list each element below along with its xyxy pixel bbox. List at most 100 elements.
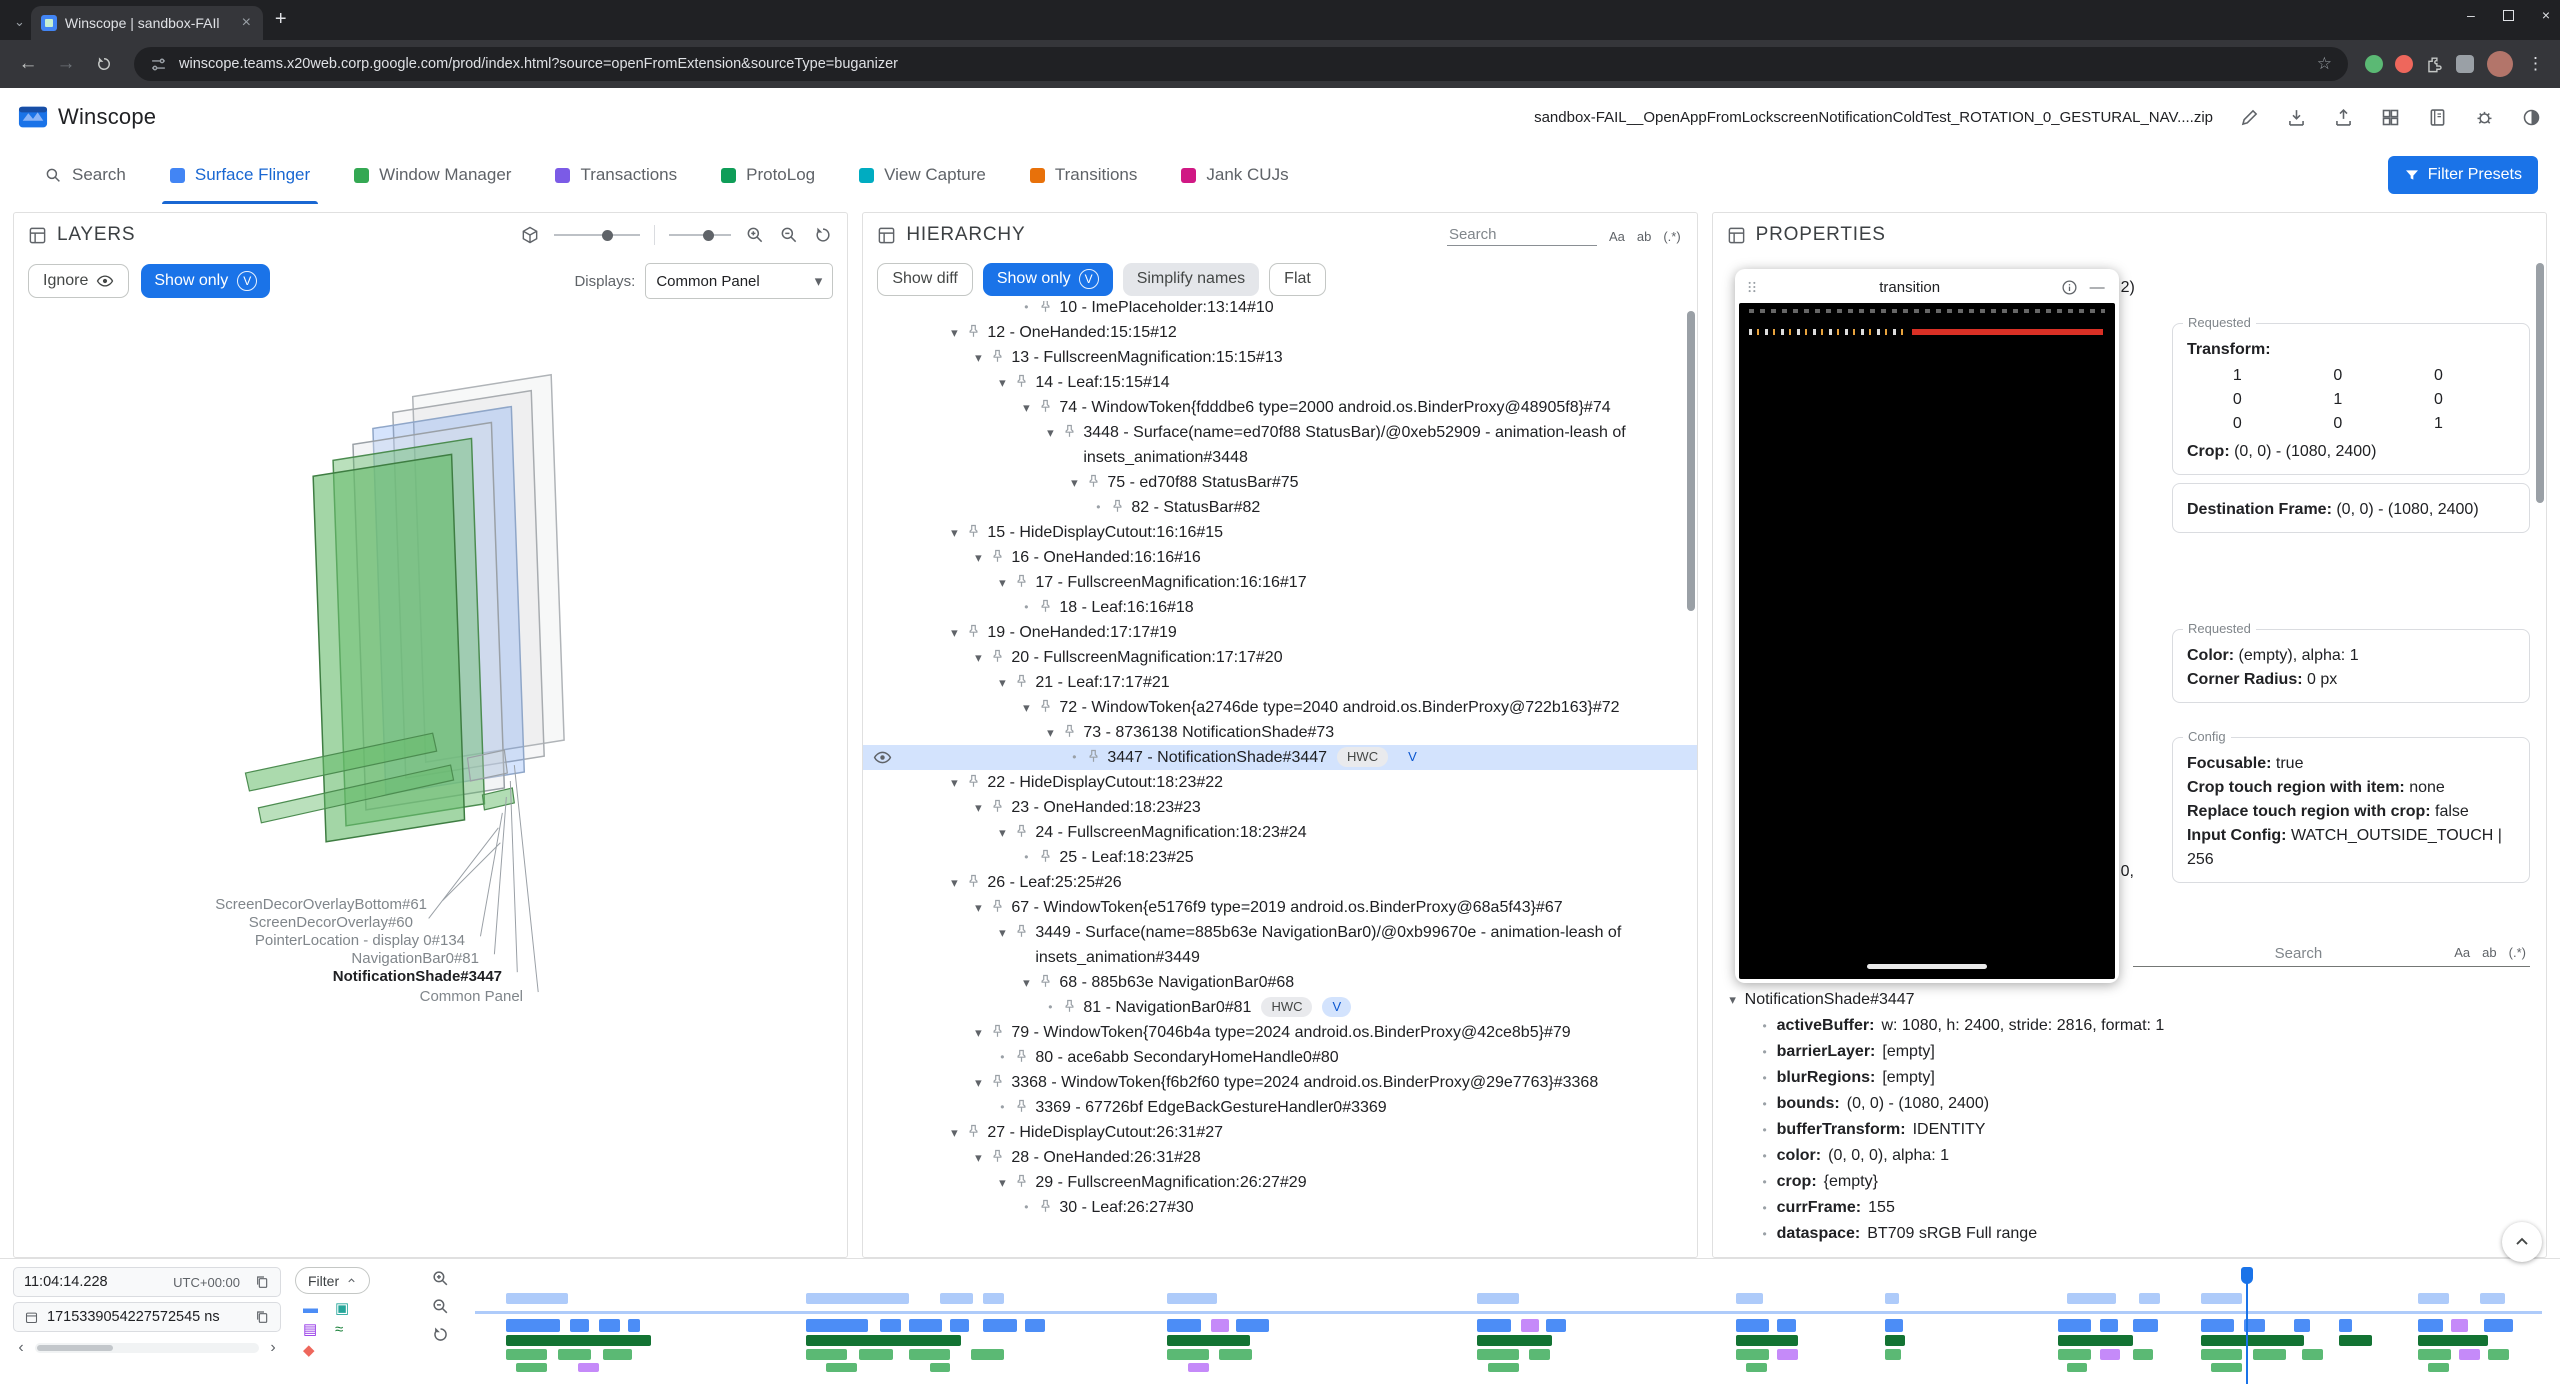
- pin-icon[interactable]: [989, 795, 1011, 815]
- bookmark-star-icon[interactable]: ☆: [2317, 54, 2332, 74]
- extension-icon-red[interactable]: [2395, 55, 2413, 73]
- properties-regex-icon[interactable]: (.*): [2507, 943, 2528, 962]
- pin-icon[interactable]: [1037, 595, 1059, 615]
- layer-label[interactable]: NavigationBar0#81: [14, 950, 479, 967]
- property-row[interactable]: •currFrame:155: [1721, 1195, 2538, 1221]
- expand-chevron-icon[interactable]: ▾: [967, 1020, 989, 1045]
- tree-node[interactable]: ▾26 - Leaf:25:25#26: [863, 870, 1696, 895]
- edit-icon[interactable]: [2239, 107, 2260, 128]
- expand-chevron-icon[interactable]: ▾: [967, 1070, 989, 1095]
- scroll-left-icon[interactable]: ‹: [13, 1339, 29, 1357]
- tab-view-capture[interactable]: View Capture: [837, 146, 1008, 204]
- layer-label[interactable]: ScreenDecorOverlay#60: [14, 914, 413, 931]
- hierarchy-regex-icon[interactable]: (.*): [1661, 227, 1682, 246]
- expand-chevron-icon[interactable]: ▾: [1015, 695, 1037, 720]
- transactions-trace-icon[interactable]: ▤: [303, 1321, 327, 1339]
- timeline-filter-button[interactable]: Filter: [295, 1267, 370, 1294]
- extension-icon-gray[interactable]: [2456, 55, 2474, 73]
- rotation-slider[interactable]: [554, 234, 640, 236]
- tree-node[interactable]: •3447 - NotificationShade#3447HWCV: [863, 745, 1696, 770]
- pin-icon[interactable]: [989, 1070, 1011, 1090]
- download-icon[interactable]: [2286, 107, 2307, 128]
- displays-select[interactable]: Common Panel ▾: [645, 263, 833, 299]
- tab-transactions[interactable]: Transactions: [533, 146, 699, 204]
- pin-icon[interactable]: [989, 895, 1011, 915]
- expand-chevron-icon[interactable]: ▾: [991, 370, 1013, 395]
- property-row[interactable]: •color:(0, 0, 0), alpha: 1: [1721, 1143, 2538, 1169]
- visibility-eye-icon[interactable]: [873, 748, 892, 767]
- tab-close-icon[interactable]: ×: [240, 14, 253, 32]
- pin-icon[interactable]: [965, 870, 987, 890]
- tree-node[interactable]: •18 - Leaf:16:16#18: [863, 595, 1696, 620]
- expand-chevron-icon[interactable]: ▾: [991, 820, 1013, 845]
- timeline-zoom-in-icon[interactable]: [431, 1269, 450, 1288]
- upload-icon[interactable]: [2333, 107, 2354, 128]
- expand-chevron-icon[interactable]: ▾: [943, 320, 965, 345]
- hierarchy-match-word-icon[interactable]: ab: [1635, 227, 1653, 246]
- wave-trace-icon[interactable]: ≈: [335, 1321, 359, 1339]
- apps-grid-icon[interactable]: [2380, 107, 2401, 128]
- expand-chevron-icon[interactable]: ▾: [991, 670, 1013, 695]
- layer-label[interactable]: PointerLocation - display 0#134: [14, 932, 465, 949]
- tree-node[interactable]: ▾72 - WindowToken{a2746de type=2040 andr…: [863, 695, 1696, 720]
- rect-trace-icon[interactable]: ▬: [303, 1300, 327, 1318]
- show-only-toggle[interactable]: Show only V: [141, 264, 270, 298]
- pin-icon[interactable]: [965, 770, 987, 790]
- tree-node[interactable]: ▾16 - OneHanded:16:16#16: [863, 545, 1696, 570]
- scroll-right-icon[interactable]: ›: [265, 1339, 281, 1357]
- reset-view-icon[interactable]: [813, 225, 833, 245]
- property-row[interactable]: •crop:{empty}: [1721, 1169, 2538, 1195]
- tree-node[interactable]: ▾3368 - WindowToken{f6b2f60 type=2024 an…: [863, 1070, 1696, 1095]
- tab-surface-flinger[interactable]: Surface Flinger: [148, 146, 332, 204]
- tree-node[interactable]: •81 - NavigationBar0#81HWCV: [863, 995, 1696, 1020]
- pin-icon[interactable]: [1013, 370, 1035, 390]
- drag-handle-icon[interactable]: [1745, 280, 1759, 294]
- tree-node[interactable]: ▾3448 - Surface(name=ed70f88 StatusBar)/…: [863, 420, 1696, 470]
- collapse-timeline-button[interactable]: [2502, 1222, 2542, 1262]
- pin-icon[interactable]: [965, 320, 987, 340]
- pin-icon[interactable]: [965, 620, 987, 640]
- pin-icon[interactable]: [1061, 420, 1083, 440]
- expand-chevron-icon[interactable]: ▾: [1721, 992, 1745, 1008]
- tree-node[interactable]: ▾79 - WindowToken{7046b4a type=2024 andr…: [863, 1020, 1696, 1045]
- hierarchy-button-show-diff[interactable]: Show diff: [877, 263, 973, 296]
- pin-icon[interactable]: [1013, 670, 1035, 690]
- expand-chevron-icon[interactable]: ▾: [991, 1170, 1013, 1195]
- pin-icon[interactable]: [1037, 845, 1059, 865]
- info-icon[interactable]: [2061, 279, 2078, 296]
- hierarchy-match-case-icon[interactable]: Aa: [1607, 227, 1627, 246]
- tab-search[interactable]: Search: [22, 146, 148, 204]
- theme-toggle-icon[interactable]: [2521, 107, 2542, 128]
- timeline-canvas[interactable]: [475, 1267, 2542, 1386]
- tab-window-manager[interactable]: Window Manager: [332, 146, 533, 204]
- expand-chevron-icon[interactable]: ▾: [991, 570, 1013, 595]
- zoom-in-icon[interactable]: [745, 225, 765, 245]
- documentation-icon[interactable]: [2427, 107, 2448, 128]
- tree-node[interactable]: ▾15 - HideDisplayCutout:16:16#15: [863, 520, 1696, 545]
- property-row[interactable]: •bufferTransform:IDENTITY: [1721, 1117, 2538, 1143]
- pin-icon[interactable]: [989, 545, 1011, 565]
- profile-avatar[interactable]: [2487, 51, 2513, 77]
- expand-chevron-icon[interactable]: ▾: [1015, 970, 1037, 995]
- browser-tab[interactable]: Winscope | sandbox-FAIl ×: [31, 6, 263, 40]
- bug-report-icon[interactable]: [2474, 107, 2495, 128]
- tree-node[interactable]: ▾20 - FullscreenMagnification:17:17#20: [863, 645, 1696, 670]
- properties-match-word-icon[interactable]: ab: [2480, 943, 2498, 962]
- pin-icon[interactable]: [1037, 395, 1059, 415]
- pin-icon[interactable]: [1013, 1095, 1035, 1115]
- expand-chevron-icon[interactable]: ▾: [1063, 470, 1085, 495]
- pin-icon[interactable]: [989, 1145, 1011, 1165]
- layers-3d-canvas[interactable]: ScreenDecorOverlayBottom#61ScreenDecorOv…: [14, 305, 847, 1257]
- timeline-zoom-out-icon[interactable]: [431, 1297, 450, 1316]
- expand-chevron-icon[interactable]: ▾: [943, 1120, 965, 1145]
- expand-chevron-icon[interactable]: ▾: [943, 870, 965, 895]
- pin-icon[interactable]: [1085, 745, 1107, 765]
- tree-node[interactable]: ▾21 - Leaf:17:17#21: [863, 670, 1696, 695]
- property-row[interactable]: •dataspace:BT709 sRGB Full range: [1721, 1221, 2538, 1247]
- minimize-icon[interactable]: —: [2086, 279, 2109, 296]
- pin-icon[interactable]: [1061, 995, 1083, 1015]
- expand-chevron-icon[interactable]: ▾: [943, 620, 965, 645]
- expand-chevron-icon[interactable]: ▾: [1015, 395, 1037, 420]
- expand-chevron-icon[interactable]: ▾: [991, 920, 1013, 945]
- tree-node[interactable]: ▾14 - Leaf:15:15#14: [863, 370, 1696, 395]
